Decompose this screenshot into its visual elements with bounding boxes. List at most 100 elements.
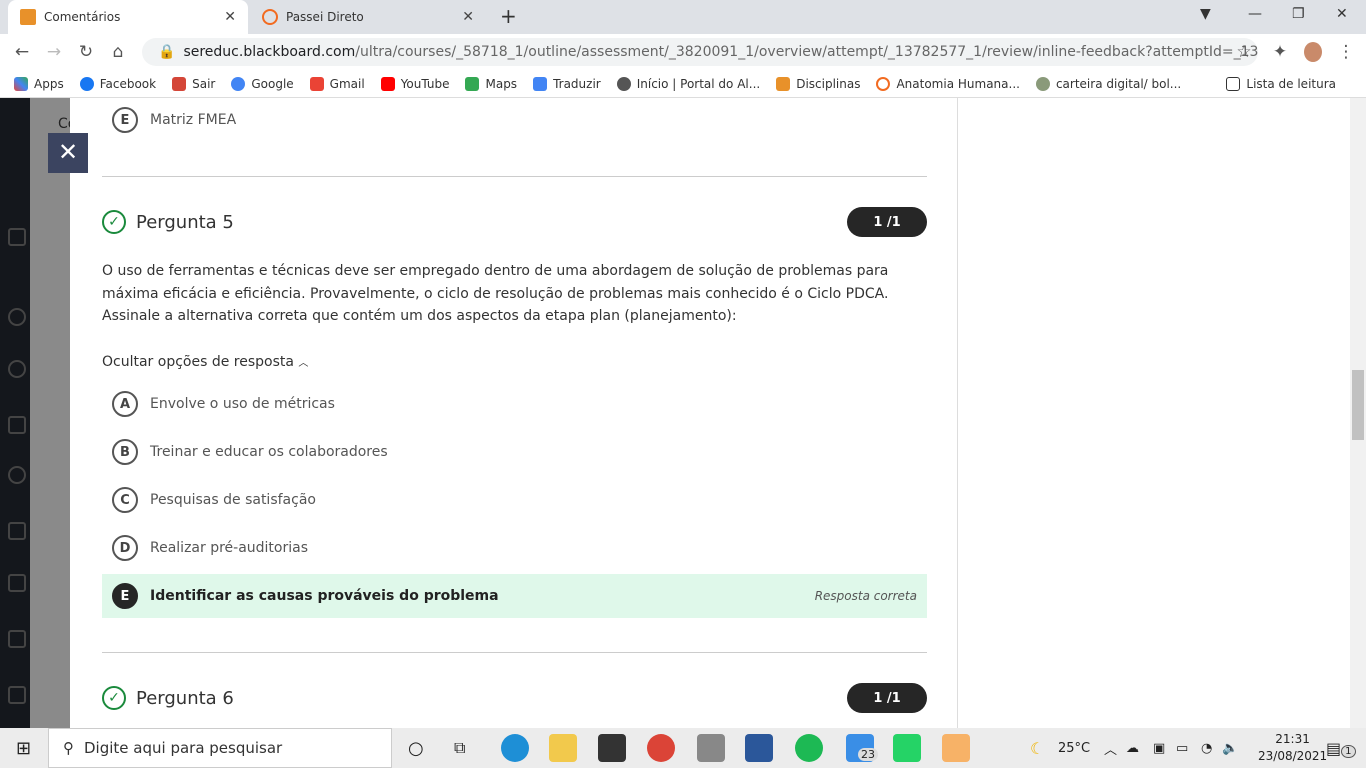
bookmark-star-icon[interactable]: ☆ bbox=[1228, 42, 1260, 62]
tools-icon[interactable] bbox=[8, 686, 26, 704]
search-icon: ⚲ bbox=[63, 739, 74, 757]
youtube-icon bbox=[380, 76, 395, 91]
url-host: sereduc.blackboard.com bbox=[183, 44, 356, 60]
bookmark-inicio[interactable]: Início | Portal do Al... bbox=[616, 76, 760, 91]
close-window-button[interactable]: ✕ bbox=[1336, 6, 1348, 22]
bookmark-google[interactable]: Google bbox=[231, 76, 294, 91]
passei-direto-icon bbox=[876, 76, 891, 91]
option-text: Realizar pré-auditorias bbox=[150, 540, 309, 556]
phone-icon[interactable]: 23 bbox=[846, 734, 878, 762]
notifications-icon[interactable]: ▤ 1 bbox=[1326, 739, 1356, 758]
option-text: Treinar e educar os colaboradores bbox=[150, 444, 388, 460]
home-icon[interactable]: ⌂ bbox=[102, 42, 134, 62]
bookmark-youtube[interactable]: YouTube bbox=[380, 76, 449, 91]
bookmark-label: Gmail bbox=[329, 76, 365, 91]
edge-icon[interactable] bbox=[501, 734, 529, 762]
file-explorer-icon[interactable] bbox=[549, 734, 577, 762]
facebook-icon bbox=[79, 76, 94, 91]
wifi-icon[interactable]: ◔ bbox=[1201, 741, 1212, 756]
task-view-icon[interactable]: ⧉ bbox=[454, 738, 465, 758]
pencil-icon bbox=[20, 9, 36, 25]
address-bar[interactable]: 🔒 sereduc.blackboard.com/ultra/courses/_5… bbox=[142, 38, 1258, 66]
spotify-icon[interactable] bbox=[795, 734, 823, 762]
groups-icon[interactable] bbox=[8, 466, 26, 484]
restore-button[interactable]: ❐ bbox=[1292, 6, 1305, 22]
bookmark-anatomia[interactable]: Anatomia Humana... bbox=[876, 76, 1020, 91]
bookmark-apps[interactable]: Apps bbox=[14, 76, 64, 91]
back-icon[interactable]: ← bbox=[6, 42, 38, 62]
volume-icon[interactable]: 🔈 bbox=[1222, 741, 1238, 756]
bookmark-facebook[interactable]: Facebook bbox=[79, 76, 157, 91]
pencil-icon bbox=[776, 76, 791, 91]
option-text: Identificar as causas prováveis do probl… bbox=[150, 588, 499, 604]
option-text: Pesquisas de satisfação bbox=[150, 492, 316, 508]
bookmark-label: Facebook bbox=[99, 76, 157, 91]
courses-icon[interactable] bbox=[8, 416, 26, 434]
score-badge: 1 /1 bbox=[847, 207, 927, 237]
question-6-header: ✓ Pergunta 6 1 /1 bbox=[102, 682, 927, 714]
reading-list[interactable]: Lista de leitura bbox=[1226, 76, 1336, 91]
close-panel-button[interactable]: ✕ bbox=[48, 133, 88, 173]
tab-passei-direto[interactable]: Passei Direto ✕ bbox=[250, 0, 486, 34]
minimize-button[interactable]: — bbox=[1248, 6, 1262, 22]
photos-icon[interactable] bbox=[942, 734, 970, 762]
reload-icon[interactable]: ↻ bbox=[70, 42, 102, 62]
bookmark-label: carteira digital/ bol... bbox=[1055, 76, 1182, 91]
bookmark-label: Anatomia Humana... bbox=[896, 76, 1020, 91]
scrollbar-thumb[interactable] bbox=[1352, 370, 1364, 440]
taskbar-search[interactable]: ⚲ Digite aqui para pesquisar bbox=[48, 728, 392, 768]
overlay-backdrop: Co bbox=[30, 98, 76, 728]
word-icon[interactable] bbox=[745, 734, 773, 762]
chrome-icon[interactable] bbox=[647, 734, 675, 762]
globe-icon[interactable] bbox=[8, 360, 26, 378]
bookmark-sair[interactable]: Sair bbox=[172, 76, 216, 91]
profile-dropdown-icon[interactable]: ▼ bbox=[1200, 6, 1211, 22]
option-letter: E bbox=[112, 583, 138, 609]
lock-icon: 🔒 bbox=[158, 44, 176, 60]
bookmark-label: Sair bbox=[192, 76, 216, 91]
camera-icon[interactable]: ▣ bbox=[1153, 741, 1165, 756]
bookmark-traduzir[interactable]: Traduzir bbox=[533, 76, 601, 91]
profile-icon[interactable] bbox=[8, 308, 26, 326]
bookmark-gmail[interactable]: Gmail bbox=[309, 76, 365, 91]
review-panel: E Matriz FMEA ✓ Pergunta 5 1 /1 O uso de … bbox=[70, 98, 958, 728]
onedrive-icon[interactable]: ☁ bbox=[1126, 741, 1139, 756]
institution-icon[interactable] bbox=[8, 228, 26, 246]
url-path: /ultra/courses/_58718_1/outline/assessme… bbox=[355, 44, 1258, 60]
close-tab-icon[interactable]: ✕ bbox=[462, 9, 474, 25]
grades-icon[interactable] bbox=[8, 630, 26, 648]
clock[interactable]: 21:31 23/08/2021 bbox=[1258, 731, 1327, 765]
question-text: O uso de ferramentas e técnicas deve ser… bbox=[102, 263, 889, 324]
store-icon[interactable] bbox=[598, 734, 626, 762]
forward-icon[interactable]: → bbox=[38, 42, 70, 62]
cortana-icon[interactable]: ○ bbox=[408, 738, 424, 759]
divider bbox=[102, 652, 927, 653]
extensions-icon[interactable]: ✦ bbox=[1264, 42, 1296, 62]
calendar-icon[interactable] bbox=[8, 522, 26, 540]
close-tab-icon[interactable]: ✕ bbox=[224, 9, 236, 25]
menu-icon[interactable]: ⋮ bbox=[1330, 42, 1362, 62]
hide-options-toggle[interactable]: Ocultar opções de resposta ︿ bbox=[102, 354, 308, 370]
chevron-up-icon[interactable]: ︿ bbox=[1104, 739, 1117, 758]
taskbar: ⊞ ⚲ Digite aqui para pesquisar ○ ⧉ 23 ☾ 2… bbox=[0, 728, 1366, 768]
previous-option-e: E Matriz FMEA bbox=[102, 98, 927, 142]
time: 21:31 bbox=[1275, 732, 1310, 746]
avatar[interactable] bbox=[1304, 42, 1322, 62]
whatsapp-icon[interactable] bbox=[893, 734, 921, 762]
option-text: Matriz FMEA bbox=[150, 112, 237, 128]
temperature[interactable]: 25°C bbox=[1058, 741, 1090, 756]
bookmark-maps[interactable]: Maps bbox=[465, 76, 517, 91]
new-tab-button[interactable]: + bbox=[500, 4, 517, 28]
bookmark-carteira[interactable]: carteira digital/ bol... bbox=[1035, 76, 1182, 91]
calculator-icon[interactable] bbox=[697, 734, 725, 762]
scrollbar[interactable] bbox=[1350, 98, 1366, 728]
messages-icon[interactable] bbox=[8, 574, 26, 592]
weather-moon-icon[interactable]: ☾ bbox=[1030, 739, 1044, 758]
option-letter: E bbox=[112, 107, 138, 133]
tab-comentarios[interactable]: Comentários ✕ bbox=[8, 0, 248, 34]
bookmark-disciplinas[interactable]: Disciplinas bbox=[776, 76, 860, 91]
battery-icon[interactable]: ▭ bbox=[1176, 741, 1188, 756]
option-letter: C bbox=[112, 487, 138, 513]
windows-start-icon[interactable]: ⊞ bbox=[16, 738, 31, 759]
translate-icon bbox=[533, 76, 548, 91]
